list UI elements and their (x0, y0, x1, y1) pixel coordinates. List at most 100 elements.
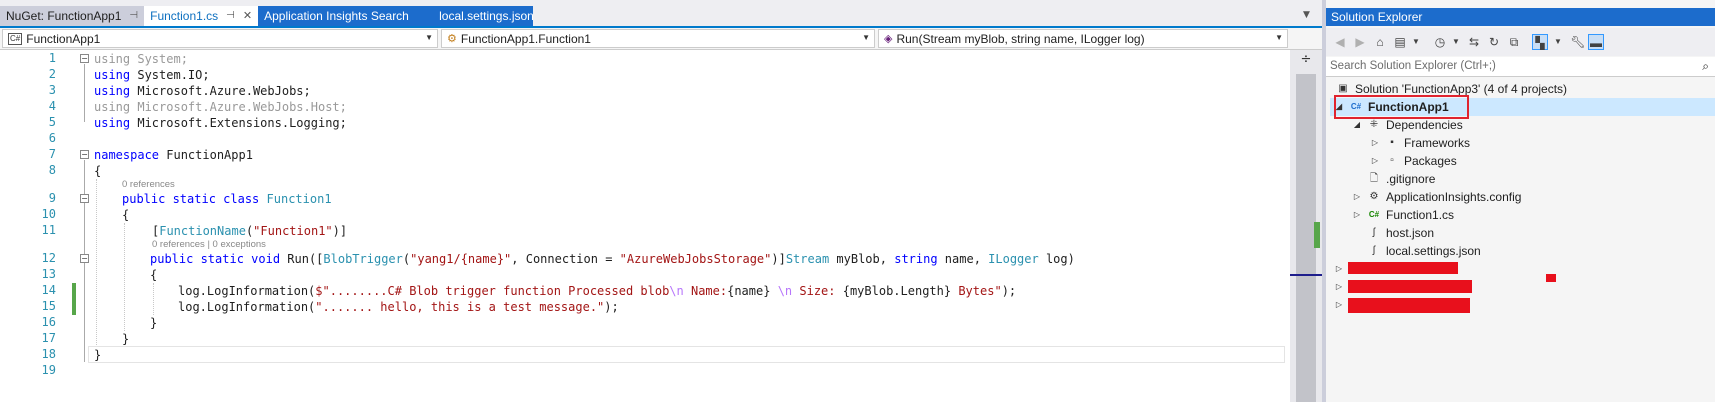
collapse-icon[interactable]: − (80, 194, 89, 203)
code-text: )] (771, 252, 786, 266)
member-dropdown[interactable]: ◈ Run(Stream myBlob, string name, ILogge… (878, 29, 1288, 48)
collapsed-arrow-icon[interactable]: ▷ (1370, 152, 1380, 170)
preview-selected-items-icon[interactable]: ▬ (1588, 34, 1604, 50)
sync-with-document-icon[interactable]: ⇆ (1466, 34, 1482, 50)
code-line-10[interactable]: { (122, 207, 129, 223)
tree-label: Packages (1404, 154, 1457, 168)
tree-local-settings-json[interactable]: ʃ local.settings.json (1352, 242, 1481, 260)
pending-changes-filter-icon[interactable]: ◷ (1432, 34, 1448, 50)
tab-application-insights-search[interactable]: Application Insights Search (258, 6, 434, 26)
tree-gitignore[interactable]: 🗋︎ .gitignore (1352, 170, 1435, 188)
collapsed-arrow-icon[interactable]: ▷ (1334, 296, 1344, 314)
code-line-12[interactable]: public static void Run([BlobTrigger("yan… (150, 251, 1075, 267)
line-number: 14 (41, 283, 56, 297)
code-line-3[interactable]: using Microsoft.Azure.WebJobs; (94, 83, 311, 99)
code-line-13[interactable]: { (150, 267, 157, 283)
code-line-8[interactable]: { (94, 163, 101, 179)
collapsed-arrow-icon[interactable]: ▷ (1370, 134, 1380, 152)
search-icon[interactable]: ⌕ (1702, 57, 1709, 76)
code-line-11[interactable]: [FunctionName("Function1")] (152, 223, 347, 239)
tab-overflow-dropdown-icon[interactable]: ▼ (1303, 10, 1310, 20)
project-dropdown[interactable]: C# FunctionApp1 ▼ (2, 29, 438, 48)
tab-nuget-functionapp1[interactable]: NuGet: FunctionApp1 ⊣ (0, 6, 145, 26)
line-number: 9 (48, 191, 56, 205)
fold-guide (84, 64, 85, 122)
expanded-arrow-icon[interactable]: ◢ (1352, 116, 1362, 134)
close-icon[interactable]: ✕ (243, 6, 252, 26)
split-editor-icon[interactable]: ÷ (1292, 52, 1320, 68)
tab-function1-cs[interactable]: Function1.cs ⊣ ✕ (144, 6, 259, 26)
collapsed-arrow-icon[interactable]: ▷ (1352, 206, 1362, 224)
code-area[interactable]: 1 2 3 4 5 6 7 8 9 10 11 12 13 14 15 16 1… (0, 50, 1290, 402)
code-line-5[interactable]: using Microsoft.Extensions.Logging; (94, 115, 347, 131)
code-line-1[interactable]: using System; (94, 51, 188, 67)
code-text: Microsoft.Extensions.Logging; (130, 116, 347, 130)
chevron-down-icon[interactable]: ▼ (1550, 34, 1566, 50)
line-number: 18 (41, 347, 56, 361)
keyword-using: using (94, 84, 131, 98)
tree-packages[interactable]: ▷ ▫ Packages (1370, 152, 1457, 170)
code-line-14[interactable]: log.LogInformation($"........C# Blob tri… (178, 283, 1016, 299)
properties-wrench-icon[interactable]: 🔧︎ (1570, 34, 1586, 50)
tree-host-json[interactable]: ʃ host.json (1352, 224, 1434, 242)
tree-redacted-project-1[interactable]: ▷ (1334, 260, 1344, 278)
tree-applicationinsights-config[interactable]: ▷ ⚙ ApplicationInsights.config (1352, 188, 1522, 206)
line-number: 13 (41, 267, 56, 281)
code-line-2[interactable]: using System.IO; (94, 67, 210, 83)
chevron-down-icon[interactable]: ▼ (1408, 34, 1424, 50)
code-line-16[interactable]: } (150, 315, 157, 331)
chevron-down-icon[interactable]: ▼ (1448, 34, 1464, 50)
changed-lines-indicator (72, 283, 76, 315)
refresh-icon[interactable]: ↻ (1486, 34, 1502, 50)
string-literal: "yang1/{name}" (410, 252, 512, 266)
code-editor[interactable]: 1 2 3 4 5 6 7 8 9 10 11 12 13 14 15 16 1… (0, 50, 1322, 402)
collapse-all-icon[interactable]: ⧉ (1506, 34, 1522, 50)
switch-views-icon[interactable]: ▤ (1392, 34, 1408, 50)
tree-dependencies[interactable]: ◢ ⁜ Dependencies (1352, 116, 1463, 134)
code-text: Run([ (280, 252, 324, 266)
code-line-15[interactable]: log.LogInformation("....... hello, this … (178, 299, 619, 315)
string-literal: Bytes" (951, 284, 1002, 298)
method-icon: ◈ (884, 33, 893, 45)
indent-guide (124, 223, 125, 331)
collapsed-arrow-icon[interactable]: ▷ (1352, 188, 1362, 206)
code-line-7[interactable]: namespace FunctionApp1 (94, 147, 253, 163)
chevron-down-icon: ▼ (1275, 33, 1283, 42)
tree-redacted-project-3[interactable]: ▷ (1334, 296, 1344, 314)
code-line-9[interactable]: public static class Function1 (122, 191, 332, 207)
indent-guide (96, 179, 97, 347)
tab-label: Function1.cs (150, 9, 219, 23)
collapse-icon[interactable]: − (80, 150, 89, 159)
tree-redacted-project-2[interactable]: ▷ (1334, 278, 1344, 296)
tree-function1-cs[interactable]: ▷ C# Function1.cs (1352, 206, 1454, 224)
type-dropdown[interactable]: ⚙ FunctionApp1.Function1 ▼ (441, 29, 875, 48)
code-line-4[interactable]: using Microsoft.Azure.WebJobs.Host; (94, 99, 347, 115)
type-name: Stream (785, 252, 830, 266)
show-all-files-icon[interactable]: ▚ (1532, 34, 1548, 50)
pin-icon[interactable]: ⊣ (226, 6, 235, 26)
editor-vertical-scrollbar[interactable]: ÷ (1290, 50, 1322, 402)
code-text: System; (130, 52, 188, 66)
code-line-18[interactable]: } (94, 347, 101, 363)
line-number: 10 (41, 207, 56, 221)
member-dropdown-value: Run(Stream myBlob, string name, ILogger … (896, 31, 1145, 46)
forward-icon[interactable]: ▶ (1352, 34, 1368, 50)
string-literal: "AzureWebJobsStorage" (619, 252, 772, 266)
collapse-icon[interactable]: − (80, 254, 89, 263)
change-marker (1314, 222, 1320, 248)
codelens-references-exceptions[interactable]: 0 references | 0 exceptions (152, 239, 266, 251)
home-icon[interactable]: ⌂ (1372, 34, 1388, 50)
code-line-17[interactable]: } (122, 331, 129, 347)
collapse-icon[interactable]: − (80, 54, 89, 63)
collapsed-arrow-icon[interactable]: ▷ (1334, 278, 1344, 296)
tab-local-settings-json[interactable]: local.settings.json (433, 6, 534, 26)
back-icon[interactable]: ◀ (1332, 34, 1348, 50)
collapsed-arrow-icon[interactable]: ▷ (1334, 260, 1344, 278)
line-number: 11 (41, 223, 56, 237)
scrollbar-thumb[interactable] (1296, 74, 1316, 402)
csharp-project-icon: C# (8, 32, 23, 45)
tree-frameworks[interactable]: ▷ ▪ Frameworks (1370, 134, 1470, 152)
solution-explorer-search-input[interactable]: Search Solution Explorer (Ctrl+;) ⌕ (1326, 57, 1715, 77)
pin-icon[interactable]: ⊣ (129, 6, 138, 26)
codelens-references[interactable]: 0 references (122, 179, 175, 191)
